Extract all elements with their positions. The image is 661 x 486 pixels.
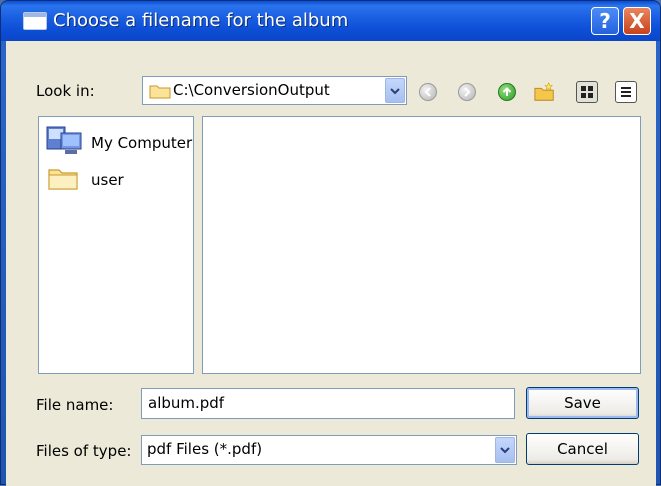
help-button[interactable]: ? xyxy=(591,7,619,35)
file-type-dropdown-arrow[interactable] xyxy=(495,437,515,463)
sidebar-item-label: user xyxy=(91,171,124,189)
sidebar-item-user[interactable]: user xyxy=(45,163,124,197)
file-type-value: pdf Files (*.pdf) xyxy=(147,440,263,458)
back-icon[interactable] xyxy=(417,81,439,103)
title-bar[interactable]: Choose a filename for the album ? X xyxy=(1,1,660,41)
detail-view-icon[interactable] xyxy=(576,81,598,103)
folder-icon xyxy=(45,163,81,197)
look-in-dropdown-arrow[interactable] xyxy=(385,78,405,103)
sidebar-item-my-computer[interactable]: My Computer xyxy=(45,125,192,161)
look-in-value: C:\ConversionOutput xyxy=(173,81,330,99)
look-in-combo[interactable]: C:\ConversionOutput xyxy=(142,76,407,105)
list-view-icon[interactable] xyxy=(615,81,637,103)
save-button[interactable]: Save xyxy=(526,387,639,419)
file-type-label: Files of type: xyxy=(36,442,132,460)
file-name-value: album.pdf xyxy=(148,394,225,412)
up-folder-icon[interactable] xyxy=(496,81,518,103)
new-folder-icon[interactable] xyxy=(534,81,556,103)
computer-icon xyxy=(45,125,85,161)
look-in-label: Look in: xyxy=(36,82,95,100)
window-icon xyxy=(23,12,47,30)
dialog-window: Choose a filename for the album ? X Look… xyxy=(0,0,661,486)
file-name-field[interactable]: album.pdf xyxy=(141,388,515,419)
folder-icon xyxy=(149,83,171,103)
forward-icon[interactable] xyxy=(456,81,478,103)
close-button[interactable]: X xyxy=(623,7,651,35)
file-list[interactable] xyxy=(202,116,641,374)
places-sidebar[interactable]: My Computer user xyxy=(38,116,194,374)
dialog-title: Choose a filename for the album xyxy=(53,10,349,31)
cancel-button[interactable]: Cancel xyxy=(526,433,639,465)
file-type-combo[interactable]: pdf Files (*.pdf) xyxy=(141,435,517,465)
file-name-label: File name: xyxy=(36,396,114,414)
sidebar-item-label: My Computer xyxy=(91,134,193,152)
